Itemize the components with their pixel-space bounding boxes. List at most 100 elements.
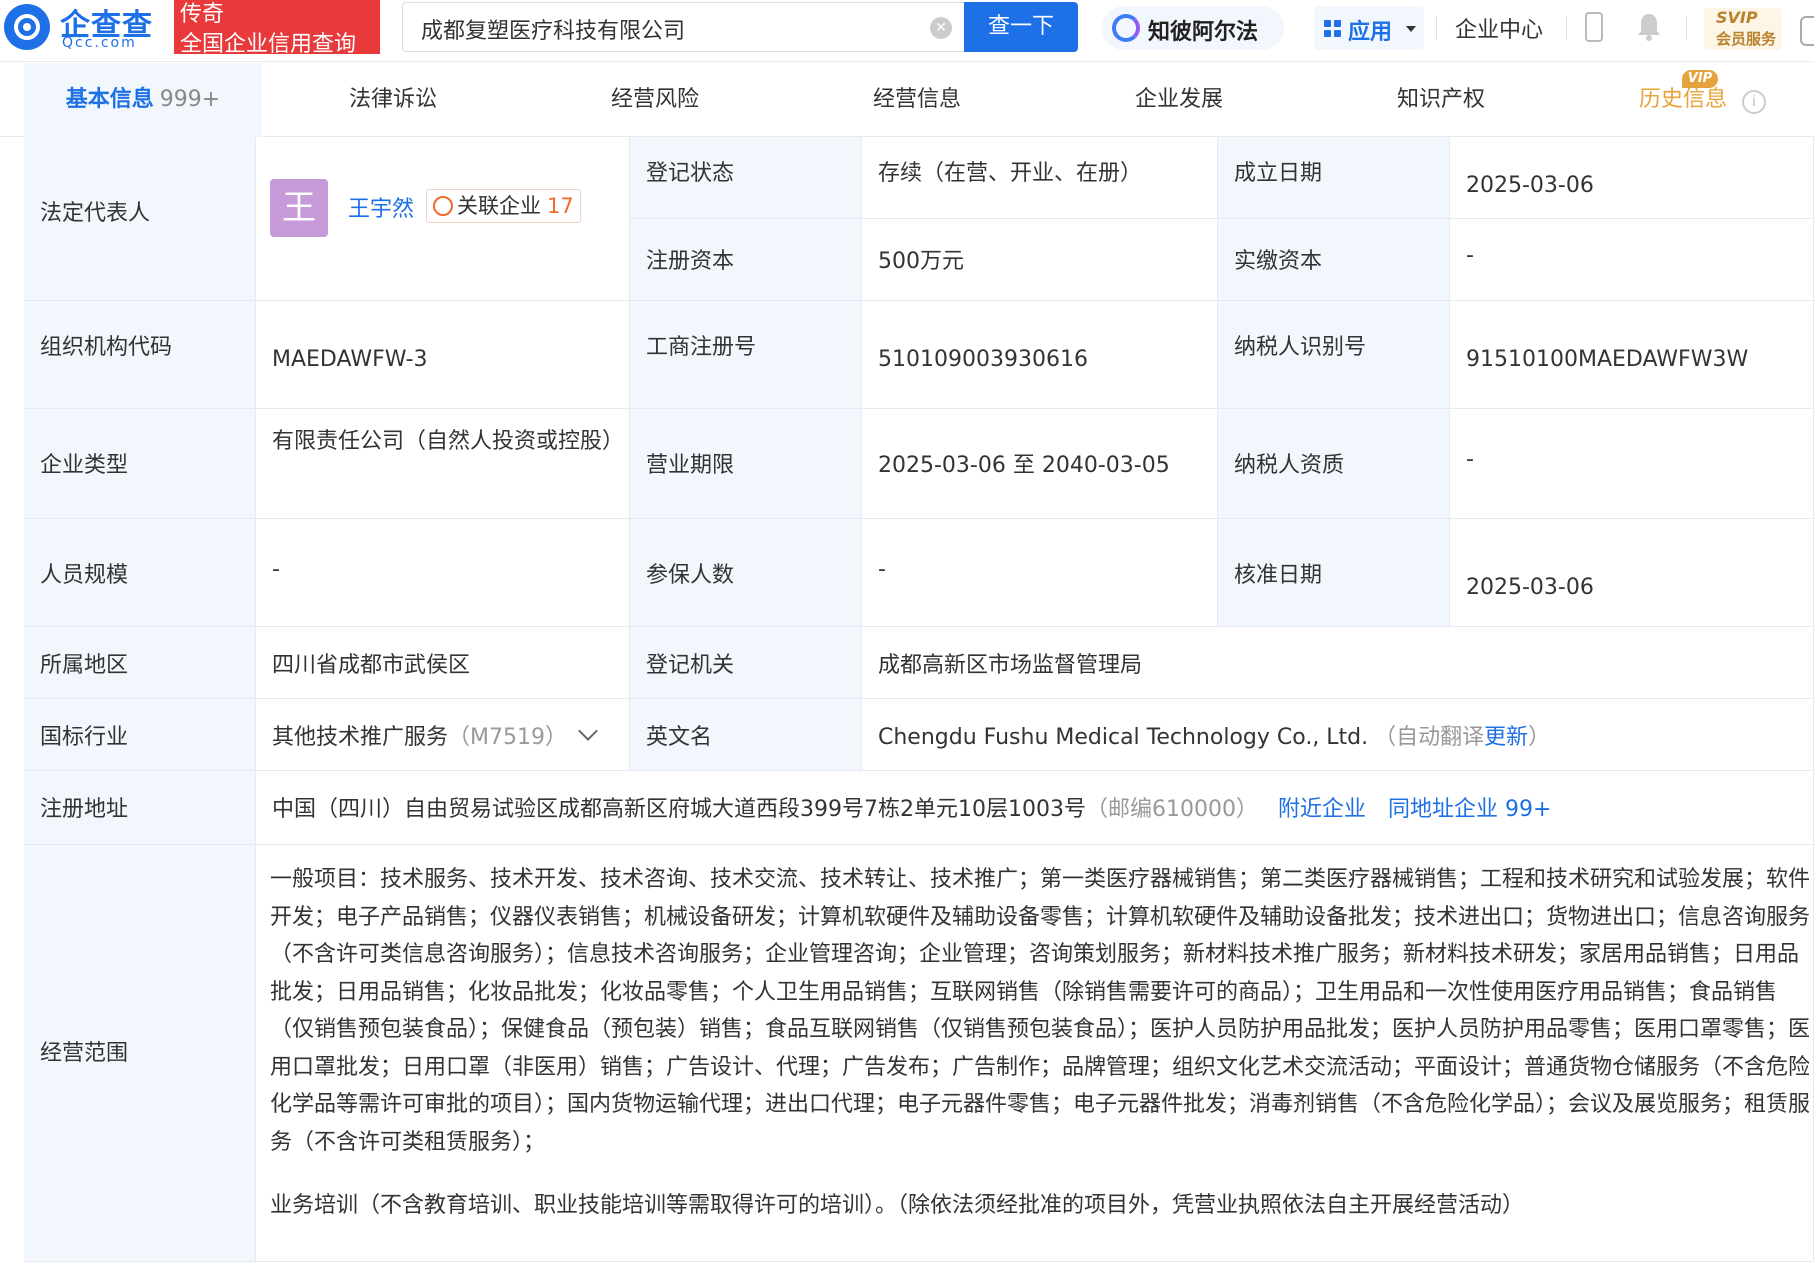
label-text: 英文名 bbox=[646, 725, 713, 750]
label-org-code: 组织机构代码 bbox=[24, 301, 256, 409]
auto-translate-close: ） bbox=[1528, 725, 1551, 750]
value-approve-date: 2025-03-06 bbox=[1450, 519, 1814, 627]
value-reg-status: 存续（在营、开业、在册） bbox=[862, 137, 1218, 219]
promo-badge[interactable]: 传奇 全国企业信用查询 bbox=[174, 0, 380, 57]
label-en-name: 英文名 bbox=[630, 699, 862, 771]
value-text: - bbox=[1466, 447, 1474, 472]
related-count: 17 bbox=[547, 194, 574, 218]
value-en-name: Chengdu Fushu Medical Technology Co., Lt… bbox=[862, 699, 1814, 771]
label-text: 营业期限 bbox=[646, 453, 735, 478]
search-button[interactable]: 查一下 bbox=[964, 2, 1078, 52]
header-divider bbox=[1566, 16, 1567, 40]
label-text: 注册地址 bbox=[40, 797, 129, 822]
top-header: 企查查 Qcc.com 传奇 全国企业信用查询 成都复塑医疗科技有限公司 ✕ 查… bbox=[0, 0, 1814, 62]
label-legal-rep: 法定代表人 bbox=[24, 137, 256, 301]
label-text: 参保人数 bbox=[646, 563, 735, 588]
label-text: 登记机关 bbox=[646, 653, 735, 678]
clear-icon[interactable]: ✕ bbox=[930, 17, 952, 39]
label-taxpayer-id: 纳税人识别号 bbox=[1218, 301, 1450, 409]
label-biz-term: 营业期限 bbox=[630, 409, 862, 519]
label-approve-date: 核准日期 bbox=[1218, 519, 1450, 627]
label-text: 组织机构代码 bbox=[40, 335, 173, 360]
label-biz-reg-no: 工商注册号 bbox=[630, 301, 862, 409]
label-text: 实缴资本 bbox=[1234, 249, 1323, 274]
value-reg-capital: 500万元 bbox=[862, 219, 1218, 301]
ai-assistant-button[interactable]: 知彼阿尔法 bbox=[1102, 6, 1284, 50]
avatar[interactable]: 王 bbox=[270, 179, 328, 237]
label-ent-type: 企业类型 bbox=[24, 409, 256, 519]
label-text: 核准日期 bbox=[1234, 563, 1323, 588]
logo-icon bbox=[4, 4, 50, 50]
value-text: 存续（在营、开业、在册） bbox=[878, 161, 1143, 186]
mobile-app-icon[interactable] bbox=[1585, 12, 1603, 42]
value-scope: 一般项目：技术服务、技术开发、技术咨询、技术交流、技术转让、技术推广；第一类医疗… bbox=[256, 845, 1814, 1262]
value-text: 500万元 bbox=[878, 249, 964, 274]
value-legal-rep: 王 王宇然 关联企业 17 bbox=[256, 137, 630, 301]
industry-dropdown[interactable]: 其他技术推广服务（M7519） bbox=[272, 719, 598, 751]
notification-bell-icon[interactable] bbox=[1636, 12, 1662, 42]
value-found-date: 2025-03-06 bbox=[1450, 137, 1814, 219]
label-text: 工商注册号 bbox=[646, 335, 757, 360]
value-text: 中国（四川）自由贸易试验区成都高新区府城大道西段399号7栋2单元10层1003… bbox=[272, 791, 1551, 823]
value-text: 91510100MAEDAWFW3W bbox=[1466, 347, 1749, 372]
en-name-text: Chengdu Fushu Medical Technology Co., Lt… bbox=[878, 725, 1369, 750]
label-text: 法定代表人 bbox=[40, 201, 151, 226]
value-reg-authority: 成都高新区市场监督管理局 bbox=[862, 627, 1814, 699]
enterprise-center-link[interactable]: 企业中心 bbox=[1455, 12, 1543, 44]
related-label: 关联企业 bbox=[457, 194, 541, 218]
svip-label: SVIP bbox=[1716, 8, 1758, 27]
related-companies-tag[interactable]: 关联企业 17 bbox=[426, 189, 581, 223]
ai-logo-icon bbox=[1112, 14, 1140, 42]
section-tabs: 基本信息 999+ 法律诉讼 经营风险 经营信息 企业发展 知识产权 历史信息 bbox=[0, 63, 1814, 137]
label-staff-size: 人员规模 bbox=[24, 519, 256, 627]
label-text: 所属地区 bbox=[40, 653, 129, 678]
label-paid-capital: 实缴资本 bbox=[1218, 219, 1450, 301]
tab-business-risk[interactable]: 经营风险 bbox=[524, 63, 786, 137]
value-text: - bbox=[272, 557, 280, 582]
value-paid-capital: - bbox=[1450, 219, 1814, 301]
legal-rep-link[interactable]: 王宇然 bbox=[348, 191, 414, 223]
svip-member-button[interactable]: SVIP 会员服务 bbox=[1704, 8, 1782, 50]
value-text: 四川省成都市武侯区 bbox=[272, 653, 471, 678]
label-text: 经营范围 bbox=[40, 1041, 129, 1066]
apps-menu-button[interactable]: 应用 bbox=[1314, 6, 1424, 50]
tab-legal[interactable]: 法律诉讼 bbox=[262, 63, 524, 137]
value-biz-term: 2025-03-06 至 2040-03-05 bbox=[862, 409, 1218, 519]
nearby-companies-link[interactable]: 附近企业 bbox=[1278, 797, 1366, 822]
label-insured: 参保人数 bbox=[630, 519, 862, 627]
value-industry[interactable]: 其他技术推广服务（M7519） bbox=[256, 699, 630, 771]
value-taxpayer-qual: - bbox=[1450, 409, 1814, 519]
value-text: Chengdu Fushu Medical Technology Co., Lt… bbox=[878, 719, 1550, 751]
tab-basic-info[interactable]: 基本信息 999+ bbox=[24, 63, 262, 137]
value-text: - bbox=[1466, 243, 1474, 268]
label-address: 注册地址 bbox=[24, 771, 256, 845]
address-text: 中国（四川）自由贸易试验区成都高新区府城大道西段399号7栋2单元10层1003… bbox=[272, 797, 1086, 822]
info-icon[interactable]: i bbox=[1742, 90, 1766, 114]
label-text: 人员规模 bbox=[40, 563, 129, 588]
qcc-logo[interactable]: 企查查 Qcc.com bbox=[2, 0, 172, 54]
label-scope: 经营范围 bbox=[24, 845, 256, 1262]
tab-business-info[interactable]: 经营信息 bbox=[786, 63, 1048, 137]
search-input[interactable]: 成都复塑医疗科技有限公司 ✕ bbox=[402, 2, 964, 52]
value-text: 510109003930616 bbox=[878, 347, 1088, 372]
value-text: 2025-03-06 bbox=[1466, 575, 1594, 600]
value-text: MAEDAWFW-3 bbox=[272, 347, 428, 372]
chevron-down-icon bbox=[578, 721, 598, 741]
tab-ip[interactable]: 知识产权 bbox=[1310, 63, 1572, 137]
value-address: 中国（四川）自由贸易试验区成都高新区府城大道西段399号7栋2单元10层1003… bbox=[256, 771, 1814, 845]
same-address-link[interactable]: 同地址企业 99+ bbox=[1388, 797, 1551, 822]
label-text: 国标行业 bbox=[40, 725, 129, 750]
promo-badge-line2: 全国企业信用查询 bbox=[180, 32, 357, 57]
tab-development[interactable]: 企业发展 bbox=[1048, 63, 1310, 137]
label-found-date: 成立日期 bbox=[1218, 137, 1450, 219]
side-panel-icon[interactable] bbox=[1800, 16, 1814, 46]
promo-badge-line1: 传奇 bbox=[180, 2, 225, 27]
label-text: 纳税人识别号 bbox=[1234, 335, 1367, 360]
value-ent-type: 有限责任公司（自然人投资或控股） bbox=[256, 409, 630, 519]
label-text: 登记状态 bbox=[646, 161, 735, 186]
header-divider bbox=[1686, 16, 1687, 40]
industry-name: 其他技术推广服务 bbox=[272, 725, 449, 750]
caret-down-icon bbox=[1406, 26, 1416, 32]
label-region: 所属地区 bbox=[24, 627, 256, 699]
update-link[interactable]: 更新 bbox=[1484, 725, 1528, 750]
